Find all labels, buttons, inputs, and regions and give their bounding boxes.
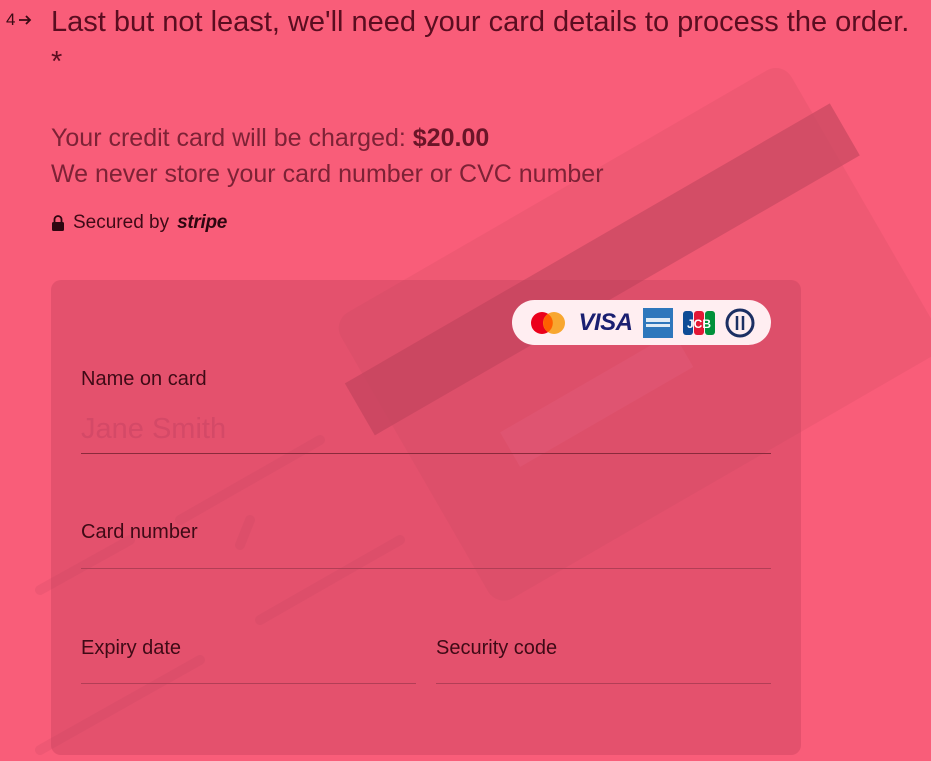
mastercard-icon [531,311,566,334]
question-title: Last but not least, we'll need your card… [51,6,910,78]
diners-club-icon [725,308,754,337]
card-number-label: Card number [81,521,198,543]
security-code-label: Security code [436,637,558,659]
expiry-date-input[interactable] [81,664,416,684]
amex-icon [642,307,673,338]
stripe-logo: stripe [177,212,228,233]
secured-by-label: Secured by [73,212,170,233]
card-number-input[interactable] [81,548,771,569]
expiry-date-label: Expiry date [81,637,182,659]
card-brands: VISA JCB [512,300,771,345]
arrow-right-icon [19,15,32,25]
question-number: 4 [6,10,32,30]
name-on-card-input[interactable] [81,406,771,454]
jcb-icon: JCB [682,310,715,335]
visa-icon: VISA [578,308,633,336]
question-description: Your credit card will be charged: $20.00… [51,120,811,192]
lock-icon [52,215,64,231]
name-on-card-label: Name on card [81,368,207,390]
charge-text: Your credit card will be charged: [51,124,406,152]
charge-amount: $20.00 [412,124,490,152]
jcb-text: JCB [686,317,710,331]
security-code-input[interactable] [436,664,771,684]
question-number-text: 4 [6,10,16,29]
secured-by-badge: Secured by stripe [51,212,227,234]
storage-notice: We never store your card number or CVC n… [51,160,604,188]
